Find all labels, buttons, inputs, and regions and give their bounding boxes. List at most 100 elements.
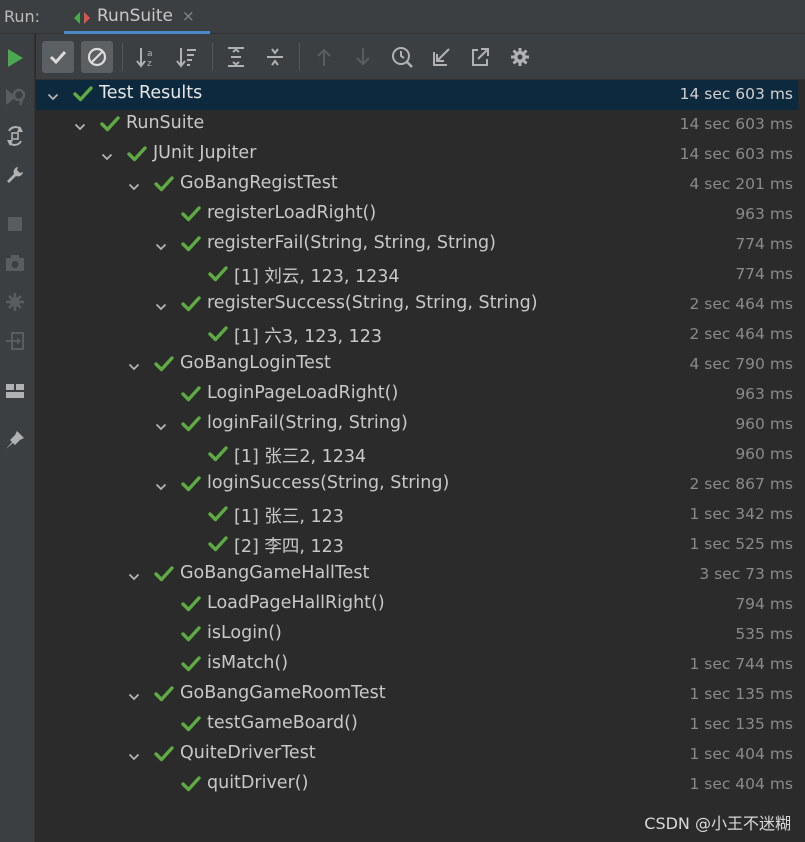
coverage-icon[interactable] bbox=[3, 290, 27, 314]
sort-by-duration-icon[interactable] bbox=[171, 41, 203, 73]
close-icon[interactable]: × bbox=[182, 7, 195, 25]
test-duration: 774 ms bbox=[735, 265, 793, 283]
chevron-down-icon[interactable] bbox=[128, 568, 140, 588]
sort-alphabetically-icon[interactable]: az bbox=[131, 41, 163, 73]
tab-label: RunSuite bbox=[97, 6, 174, 26]
tree-row[interactable]: GoBangRegistTest 4 sec 201 ms bbox=[36, 170, 798, 200]
pin-icon[interactable] bbox=[3, 428, 27, 452]
settings-icon[interactable] bbox=[504, 41, 536, 73]
test-duration: 14 sec 603 ms bbox=[679, 145, 793, 163]
tree-row[interactable]: loginSuccess(String, String) 2 sec 867 ms bbox=[36, 470, 798, 500]
run-label: Run: bbox=[4, 7, 41, 26]
test-duration: 4 sec 790 ms bbox=[689, 355, 793, 373]
tree-row[interactable]: registerLoadRight() 963 ms bbox=[36, 200, 798, 230]
test-toolbar: az bbox=[36, 34, 805, 80]
scrollbar[interactable] bbox=[798, 80, 805, 842]
test-duration: 774 ms bbox=[735, 235, 793, 253]
test-name: [1] 六3, 123, 123 bbox=[234, 327, 383, 347]
show-ignored-icon[interactable] bbox=[81, 41, 113, 73]
toggle-auto-test-icon[interactable] bbox=[3, 124, 27, 148]
chevron-down-icon[interactable] bbox=[155, 478, 167, 498]
tree-row[interactable]: [1] 张三2, 1234 960 ms bbox=[36, 440, 798, 470]
test-duration: 14 sec 603 ms bbox=[679, 85, 793, 103]
tree-row[interactable]: [1] 张三, 123 1 sec 342 ms bbox=[36, 500, 798, 530]
previous-failed-icon[interactable] bbox=[308, 41, 340, 73]
tree-row[interactable]: LoginPageLoadRight() 963 ms bbox=[36, 380, 798, 410]
tree-row[interactable]: [2] 李四, 123 1 sec 525 ms bbox=[36, 530, 798, 560]
test-name: [1] 张三, 123 bbox=[234, 507, 344, 527]
test-name: testGameBoard() bbox=[207, 713, 358, 733]
camera-icon[interactable] bbox=[3, 251, 27, 275]
passed-check-icon bbox=[208, 445, 228, 468]
tree-row[interactable]: GoBangLoginTest 4 sec 790 ms bbox=[36, 350, 798, 380]
export-tests-icon[interactable] bbox=[464, 41, 496, 73]
layout-icon[interactable] bbox=[3, 379, 27, 403]
tree-row[interactable]: loginFail(String, String) 960 ms bbox=[36, 410, 798, 440]
chevron-down-icon[interactable] bbox=[155, 298, 167, 318]
chevron-down-icon[interactable] bbox=[155, 418, 167, 438]
rerun-icon[interactable] bbox=[3, 46, 27, 70]
passed-check-icon bbox=[181, 775, 201, 798]
tree-row[interactable]: isMatch() 1 sec 744 ms bbox=[36, 650, 798, 680]
test-name: RunSuite bbox=[126, 113, 205, 133]
test-name: JUnit Jupiter bbox=[153, 143, 257, 163]
chevron-down-icon[interactable] bbox=[128, 688, 140, 708]
passed-check-icon bbox=[208, 325, 228, 348]
tree-row[interactable]: testGameBoard() 1 sec 135 ms bbox=[36, 710, 798, 740]
tree-row[interactable]: QuiteDriverTest 1 sec 404 ms bbox=[36, 740, 798, 770]
exit-icon[interactable] bbox=[3, 329, 27, 353]
tree-row[interactable]: registerSuccess(String, String, String) 2… bbox=[36, 290, 798, 320]
chevron-down-icon[interactable] bbox=[101, 148, 113, 168]
test-name: [1] 刘云, 123, 1234 bbox=[234, 267, 400, 287]
chevron-down-icon[interactable] bbox=[128, 358, 140, 378]
tree-row[interactable]: registerFail(String, String, String) 774 … bbox=[36, 230, 798, 260]
test-name: registerSuccess(String, String, String) bbox=[207, 293, 538, 313]
test-history-icon[interactable] bbox=[386, 41, 418, 73]
tree-row[interactable]: JUnit Jupiter 14 sec 603 ms bbox=[36, 140, 798, 170]
test-name: quitDriver() bbox=[207, 773, 309, 793]
tree-row[interactable]: isLogin() 535 ms bbox=[36, 620, 798, 650]
test-name: isLogin() bbox=[207, 623, 282, 643]
passed-check-icon bbox=[154, 355, 174, 378]
tree-row[interactable]: GoBangGameRoomTest 1 sec 135 ms bbox=[36, 680, 798, 710]
passed-check-icon bbox=[154, 565, 174, 588]
passed-check-icon bbox=[181, 625, 201, 648]
passed-check-icon bbox=[127, 145, 147, 168]
tree-row[interactable]: quitDriver() 1 sec 404 ms bbox=[36, 770, 798, 800]
import-tests-icon[interactable] bbox=[425, 41, 457, 73]
tree-row[interactable]: RunSuite 14 sec 603 ms bbox=[36, 110, 798, 140]
test-name: Test Results bbox=[99, 83, 203, 103]
expand-all-icon[interactable] bbox=[220, 41, 252, 73]
chevron-down-icon[interactable] bbox=[47, 88, 59, 108]
watermark: CSDN @小王不迷糊 bbox=[644, 814, 791, 833]
chevron-down-icon[interactable] bbox=[74, 118, 86, 138]
tree-row[interactable]: Test Results 14 sec 603 ms bbox=[36, 80, 798, 110]
tree-row[interactable]: LoadPageHallRight() 794 ms bbox=[36, 590, 798, 620]
chevron-down-icon[interactable] bbox=[128, 178, 140, 198]
test-duration: 1 sec 342 ms bbox=[689, 505, 793, 523]
tab-runsuite[interactable]: RunSuite × bbox=[64, 0, 210, 34]
test-suite-icon bbox=[73, 10, 91, 29]
rerun-failed-icon[interactable] bbox=[3, 85, 27, 109]
test-duration: 963 ms bbox=[735, 205, 793, 223]
test-name: isMatch() bbox=[207, 653, 289, 673]
test-name: QuiteDriverTest bbox=[180, 743, 316, 763]
chevron-down-icon[interactable] bbox=[155, 238, 167, 258]
tree-row[interactable]: GoBangGameHallTest 3 sec 73 ms bbox=[36, 560, 798, 590]
chevron-down-icon[interactable] bbox=[128, 748, 140, 768]
collapse-all-icon[interactable] bbox=[259, 41, 291, 73]
passed-check-icon bbox=[154, 685, 174, 708]
test-name: GoBangLoginTest bbox=[180, 353, 331, 373]
test-name: registerFail(String, String, String) bbox=[207, 233, 496, 253]
test-duration: 1 sec 404 ms bbox=[689, 745, 793, 763]
tree-row[interactable]: [1] 六3, 123, 123 2 sec 464 ms bbox=[36, 320, 798, 350]
wrench-icon[interactable] bbox=[3, 163, 27, 187]
tree-row[interactable]: [1] 刘云, 123, 1234 774 ms bbox=[36, 260, 798, 290]
passed-check-icon bbox=[181, 385, 201, 408]
test-duration: 4 sec 201 ms bbox=[689, 175, 793, 193]
stop-icon[interactable] bbox=[3, 212, 27, 236]
show-passed-icon[interactable] bbox=[42, 41, 74, 73]
test-duration: 14 sec 603 ms bbox=[679, 115, 793, 133]
passed-check-icon bbox=[154, 745, 174, 768]
next-failed-icon[interactable] bbox=[347, 41, 379, 73]
